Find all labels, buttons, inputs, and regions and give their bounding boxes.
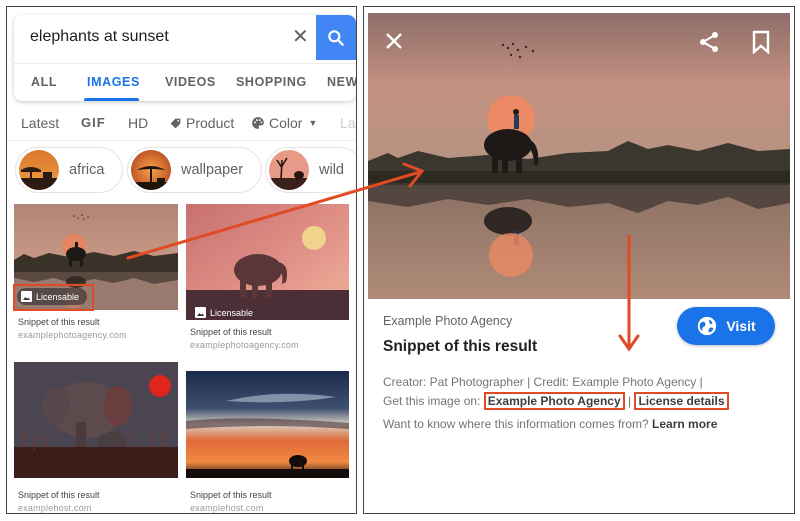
close-icon[interactable]: ✕ bbox=[292, 24, 309, 49]
result-host[interactable]: examplehost.com bbox=[190, 503, 264, 513]
search-icon bbox=[328, 29, 344, 46]
search-results-panel: elephants at sunset ✕ ALL IMAGES VIDEOS … bbox=[6, 6, 357, 514]
filter-hd[interactable]: HD bbox=[128, 115, 148, 131]
result-snippet: Snippet of this result bbox=[18, 317, 100, 327]
chevron-down-icon: ▼ bbox=[308, 118, 318, 128]
licensable-badge: Licensable bbox=[191, 304, 261, 321]
filter-label: La bbox=[340, 115, 356, 131]
result-title[interactable]: Snippet of this result bbox=[383, 338, 537, 356]
licensable-highlight-box bbox=[13, 284, 94, 311]
get-image-line: Get this image on: Example Photo Agency … bbox=[383, 392, 729, 410]
filter-label: HD bbox=[128, 115, 149, 131]
info-prefix: Want to know where this information come… bbox=[383, 417, 649, 431]
get-image-prefix: Get this image on: bbox=[383, 394, 481, 408]
filter-color[interactable]: Color ▼ bbox=[251, 115, 317, 131]
result-snippet: Snippet of this result bbox=[190, 490, 272, 500]
chip-thumbnail bbox=[131, 150, 171, 190]
chip-thumbnail bbox=[19, 150, 59, 190]
result-snippet: Snippet of this result bbox=[190, 327, 272, 337]
search-input[interactable]: elephants at sunset bbox=[30, 28, 169, 46]
chip-label: wild bbox=[319, 162, 344, 178]
chip-wild[interactable]: wild bbox=[265, 147, 356, 193]
tab-all[interactable]: ALL bbox=[31, 75, 57, 89]
chip-africa[interactable]: africa bbox=[15, 147, 124, 193]
filter-label: Color bbox=[269, 115, 303, 131]
result-host[interactable]: examplephotoagency.com bbox=[190, 340, 299, 350]
result-image[interactable] bbox=[14, 362, 178, 478]
globe-icon bbox=[698, 316, 717, 336]
license-details-link[interactable]: License details bbox=[634, 392, 729, 410]
image-icon bbox=[195, 307, 206, 318]
badge-label: Licensable bbox=[210, 307, 254, 318]
filter-product[interactable]: Product bbox=[169, 115, 234, 131]
result-image[interactable] bbox=[186, 204, 349, 320]
visit-button[interactable]: Visit bbox=[677, 307, 775, 345]
chip-label: wallpaper bbox=[181, 162, 244, 178]
image-detail-panel: Example Photo Agency Snippet of this res… bbox=[363, 6, 795, 514]
filter-label: Latest bbox=[21, 115, 60, 131]
bookmark-icon[interactable] bbox=[752, 30, 770, 59]
chip-wallpaper[interactable]: wallpaper bbox=[127, 147, 263, 193]
related-chips: africa wallpaper wild bbox=[7, 147, 356, 197]
tag-icon bbox=[170, 118, 181, 128]
filter-label: Product bbox=[186, 115, 235, 131]
result-card[interactable]: Licensable Snippet of this result exampl… bbox=[13, 204, 178, 349]
search-tabs: ALL IMAGES VIDEOS SHOPPING NEWS bbox=[14, 63, 356, 101]
credit-line: Creator: Pat Photographer | Credit: Exam… bbox=[383, 375, 703, 389]
result-host[interactable]: examplehost.com bbox=[18, 503, 92, 513]
filter-label: GIF bbox=[81, 115, 106, 130]
filter-gif[interactable]: GIF bbox=[81, 115, 106, 130]
tab-news[interactable]: NEWS bbox=[327, 75, 356, 89]
source-name: Example Photo Agency bbox=[383, 314, 513, 328]
learn-more-link[interactable]: Learn more bbox=[652, 417, 717, 431]
tab-shopping[interactable]: SHOPPING bbox=[236, 75, 307, 89]
visit-label: Visit bbox=[726, 318, 756, 334]
search-button[interactable] bbox=[316, 15, 356, 60]
chip-label: africa bbox=[69, 162, 105, 178]
active-tab-indicator bbox=[84, 98, 139, 101]
search-card: elephants at sunset ✕ ALL IMAGES VIDEOS … bbox=[14, 15, 356, 101]
agency-link[interactable]: Example Photo Agency bbox=[483, 392, 625, 410]
share-icon[interactable] bbox=[698, 31, 720, 58]
preview-image[interactable] bbox=[368, 13, 790, 299]
filter-latest[interactable]: Latest bbox=[21, 115, 59, 131]
info-line: Want to know where this information come… bbox=[383, 417, 717, 431]
tab-images[interactable]: IMAGES bbox=[87, 75, 140, 89]
tab-videos[interactable]: VIDEOS bbox=[165, 75, 216, 89]
close-icon[interactable] bbox=[384, 31, 404, 56]
filter-more[interactable]: La bbox=[340, 115, 356, 131]
palette-icon bbox=[252, 117, 264, 129]
result-card[interactable]: Snippet of this result examplehost.com bbox=[186, 371, 349, 513]
result-snippet: Snippet of this result bbox=[18, 490, 100, 500]
filter-bar: Latest GIF HD Product Color ▼ La bbox=[7, 105, 356, 141]
result-card[interactable]: Snippet of this result examplehost.com bbox=[14, 362, 178, 513]
chip-thumbnail bbox=[269, 150, 309, 190]
result-card[interactable]: Licensable Snippet of this result exampl… bbox=[186, 204, 349, 359]
separator: | bbox=[628, 394, 632, 408]
result-host[interactable]: examplephotoagency.com bbox=[18, 330, 127, 340]
result-image[interactable] bbox=[186, 371, 349, 478]
